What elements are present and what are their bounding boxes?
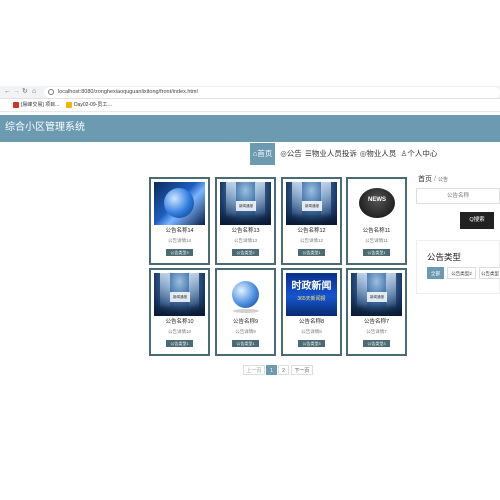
nav-item-staff[interactable]: ◎物业人员 — [359, 143, 397, 165]
page: ← → ↻ ⌂ localhost:8080/zonghexiaoquguanl… — [0, 0, 500, 500]
card-title: 公告名称13 — [231, 228, 260, 234]
breadcrumb-home[interactable]: 首页 — [418, 176, 432, 183]
prev-page-button[interactable]: 上一页 — [243, 365, 265, 375]
card-title: 公告名称8 — [298, 319, 325, 325]
card-detail: 公告详情7 — [366, 329, 387, 334]
globe-graphic — [232, 281, 259, 308]
card-type-tag: 公告类型1 — [363, 249, 390, 256]
type-filter-all[interactable]: 全部 — [427, 267, 444, 279]
home-icon[interactable]: ⌂ — [32, 88, 36, 96]
image-caption: 时政新闻 — [291, 281, 332, 292]
card-detail: 公告详情13 — [233, 238, 257, 243]
image-caption: 新闻通报 — [170, 292, 190, 302]
notice-card[interactable]: NEWS 公告名称11 公告详情11 公告类型1 — [346, 177, 407, 265]
page-button-1[interactable]: 1 — [266, 365, 277, 375]
card-image[interactable]: 新闻通报 — [154, 273, 205, 316]
breadcrumb-current: 公告 — [437, 177, 448, 183]
bookmark-item[interactable]: Day02-09-员工… — [74, 102, 112, 109]
info-icon[interactable] — [48, 89, 54, 95]
card-image[interactable]: 新闻通报 — [286, 182, 337, 225]
image-caption: 新闻通报 — [236, 201, 256, 211]
search-button[interactable]: Q搜索 — [460, 212, 494, 229]
card-detail: 公告详情11 — [365, 238, 388, 243]
notice-card[interactable]: 新闻通报 公告名称10 公告详情10 公告类型1 — [149, 268, 210, 356]
notice-card[interactable]: 公告名称14 公告详情14 公告类型3 — [149, 177, 210, 265]
blank-top-area — [0, 0, 500, 86]
card-image[interactable]: 新闻通报 — [220, 182, 271, 225]
notice-card[interactable]: 新闻通报 公告名称12 公告详情12 公告类型1 — [281, 177, 342, 265]
card-title: 公告名称7 — [363, 319, 390, 325]
notice-card[interactable]: 时政新闻 365天新闻报 公告名称8 公告详情8 公告类型3 — [281, 268, 342, 356]
nav-item-notice[interactable]: ◎公告 — [279, 143, 303, 165]
notice-card[interactable]: 公告名称9 公告详情9 公告类型1 — [215, 268, 276, 356]
url-text[interactable]: localhost:8080/zonghexiaoquguanlixitong/… — [58, 88, 198, 96]
card-type-tag: 公告类型1 — [298, 249, 325, 256]
card-title: 公告名称10 — [165, 319, 194, 325]
card-detail: 公告详情8 — [301, 329, 322, 334]
nav-item-complaint[interactable]: ☰物业人员投诉 — [305, 143, 357, 165]
card-detail: 公告详情12 — [299, 238, 323, 243]
nav-item-profile[interactable]: ♙个人中心 — [400, 143, 438, 165]
card-type-tag: 公告类型3 — [166, 249, 193, 256]
card-type-tag: 公告类型2 — [232, 249, 259, 256]
card-image[interactable] — [220, 273, 271, 316]
type-filter-2[interactable]: 公告类型2 — [447, 267, 476, 279]
globe-graphic — [164, 188, 194, 218]
nav-item-home[interactable]: ⌂首页 — [250, 143, 275, 165]
card-detail: 公告详情9 — [235, 329, 256, 334]
image-caption: 新闻通报 — [367, 292, 387, 302]
image-subcaption: 365天新闻报 — [297, 296, 326, 302]
back-icon[interactable]: ← — [4, 88, 11, 96]
card-image[interactable]: 新闻通报 — [351, 273, 402, 316]
card-title: 公告名称9 — [232, 319, 259, 325]
notice-card[interactable]: 新闻通报 公告名称7 公告详情7 公告类型3 — [346, 268, 407, 356]
site-title: 综合小区管理系统 — [5, 122, 85, 133]
bookmark-favicon-icon — [13, 102, 19, 108]
image-caption: 新闻通报 — [302, 201, 322, 211]
card-type-tag: 公告类型1 — [232, 340, 259, 347]
folder-icon — [66, 102, 72, 108]
card-title: 公告名称12 — [297, 228, 326, 234]
next-page-button[interactable]: 下一页 — [291, 365, 313, 375]
card-image[interactable]: NEWS — [351, 182, 402, 225]
notice-card[interactable]: 新闻通报 公告名称13 公告详情13 公告类型2 — [215, 177, 276, 265]
card-title: 公告名称11 — [362, 228, 391, 234]
card-image[interactable] — [154, 182, 205, 225]
card-title: 公告名称14 — [165, 228, 194, 234]
breadcrumb: 首页 / 公告 — [418, 175, 448, 185]
breadcrumb-separator: / — [434, 176, 436, 183]
forward-icon[interactable]: → — [13, 88, 20, 96]
card-type-tag: 公告类型3 — [363, 340, 390, 347]
card-type-tag: 公告类型3 — [298, 340, 325, 347]
reload-icon[interactable]: ↻ — [22, 88, 28, 96]
notice-type-title: 公告类型 — [427, 252, 462, 262]
card-detail: 公告详情14 — [167, 238, 191, 243]
type-filter-3[interactable]: 公告类型 — [479, 267, 500, 279]
card-type-tag: 公告类型1 — [166, 340, 193, 347]
image-caption: NEWS — [368, 197, 386, 203]
card-detail: 公告详情10 — [167, 329, 191, 334]
page-button-2[interactable]: 2 — [278, 365, 289, 375]
card-image[interactable]: 时政新闻 365天新闻报 — [286, 273, 337, 316]
bookmark-item[interactable]: [易峰交易] 项目... — [21, 102, 59, 109]
notice-name-search-input[interactable] — [416, 188, 500, 204]
